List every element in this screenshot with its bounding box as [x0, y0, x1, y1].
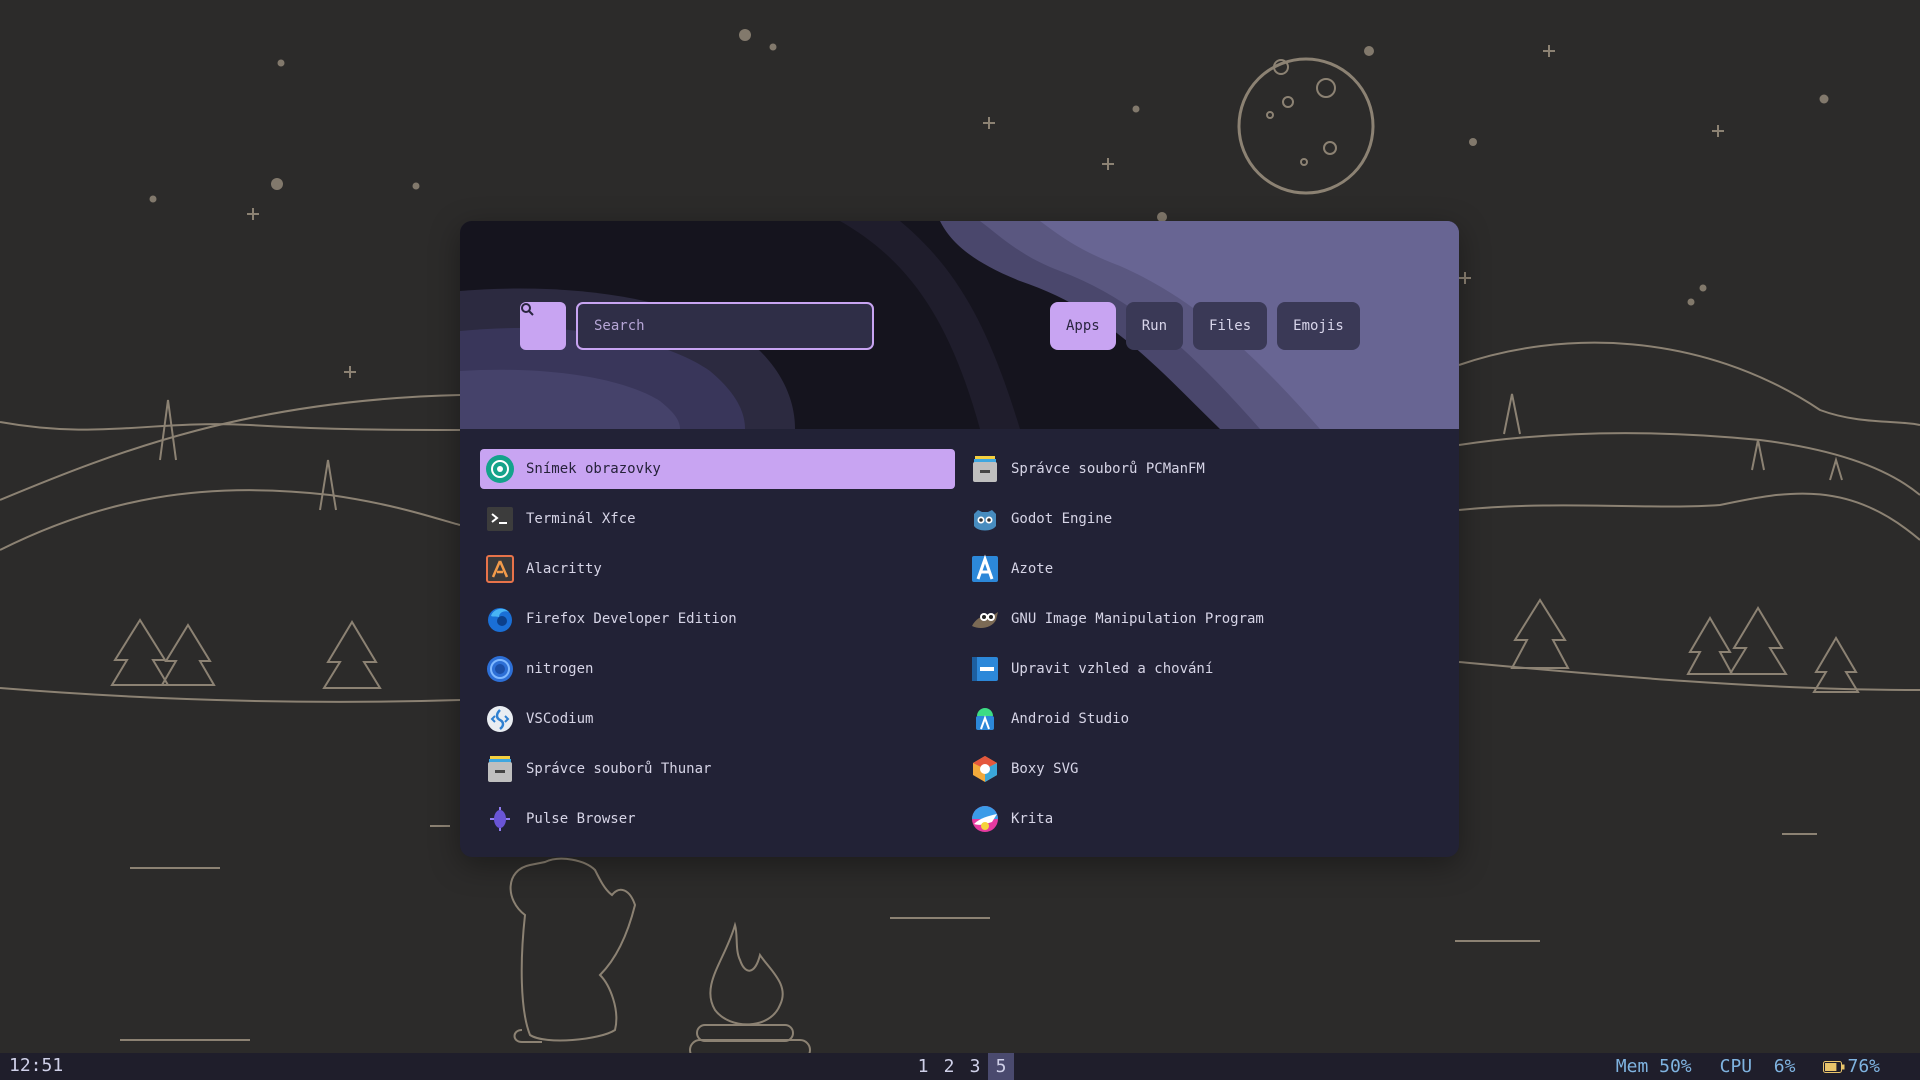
workspace-2[interactable]: 2: [936, 1053, 962, 1080]
screenshot-icon: [485, 454, 515, 484]
workspace-3[interactable]: 3: [962, 1053, 988, 1080]
workspace-5[interactable]: 5: [988, 1053, 1014, 1080]
file-manager-icon: [970, 454, 1000, 484]
app-label: Správce souborů PCManFM: [1011, 461, 1205, 477]
app-label: Krita: [1011, 811, 1054, 827]
app-item-nitrogen[interactable]: nitrogen: [480, 649, 955, 689]
tab-emojis[interactable]: Emojis: [1277, 302, 1360, 350]
app-label: Android Studio: [1011, 711, 1130, 727]
app-item-terminal-xfce[interactable]: Terminál Xfce: [480, 499, 955, 539]
app-label: Boxy SVG: [1011, 761, 1079, 777]
app-item-azote[interactable]: Azote: [965, 549, 1440, 589]
cpu-indicator: CPU 6%: [1719, 1056, 1796, 1077]
app-item-appearance[interactable]: Upravit vzhled a chování: [965, 649, 1440, 689]
app-item-krita[interactable]: Krita: [965, 799, 1440, 839]
app-item-godot[interactable]: Godot Engine: [965, 499, 1440, 539]
azote-icon: [970, 554, 1000, 584]
app-label: Pulse Browser: [526, 811, 636, 827]
tab-run[interactable]: Run: [1125, 302, 1184, 350]
file-manager-icon: [485, 754, 515, 784]
tab-apps[interactable]: Apps: [1050, 302, 1116, 350]
search-button[interactable]: [520, 302, 566, 350]
app-item-vscodium[interactable]: VSCodium: [480, 699, 955, 739]
tab-files[interactable]: Files: [1193, 302, 1268, 350]
app-label: nitrogen: [526, 661, 594, 677]
gimp-icon: [970, 604, 1000, 634]
app-label: Správce souborů Thunar: [526, 761, 712, 777]
search-input[interactable]: [576, 302, 874, 350]
app-label: VSCodium: [526, 711, 594, 727]
krita-icon: [970, 804, 1000, 834]
battery-indicator: 76%: [1823, 1056, 1880, 1077]
vscodium-icon: [485, 704, 515, 734]
app-list: Snímek obrazovky Správce souborů PCManFM…: [480, 449, 1440, 839]
workspace-switcher: 1 2 3 5: [910, 1053, 1014, 1080]
workspace-1[interactable]: 1: [910, 1053, 936, 1080]
app-item-thunar[interactable]: Správce souborů Thunar: [480, 749, 955, 789]
status-bar: 12:51 1 2 3 5 Mem 50% CPU 6% 76%: [0, 1053, 1920, 1080]
app-item-pcmanfm[interactable]: Správce souborů PCManFM: [965, 449, 1440, 489]
godot-icon: [970, 504, 1000, 534]
firefox-icon: [485, 604, 515, 634]
app-label: Upravit vzhled a chování: [1011, 661, 1214, 677]
app-item-firefox-dev[interactable]: Firefox Developer Edition: [480, 599, 955, 639]
memory-indicator: Mem 50%: [1615, 1056, 1692, 1077]
app-label: Firefox Developer Edition: [526, 611, 737, 627]
app-launcher-window: Apps Run Files Emojis Snímek obrazovky S…: [460, 221, 1459, 857]
appearance-icon: [970, 654, 1000, 684]
app-label: Snímek obrazovky: [526, 461, 661, 477]
app-label: Azote: [1011, 561, 1054, 577]
clock: 12:51: [9, 1055, 64, 1076]
app-item-pulse-browser[interactable]: Pulse Browser: [480, 799, 955, 839]
battery-icon: [1823, 1060, 1845, 1073]
search-icon: [521, 303, 534, 316]
terminal-icon: [485, 504, 515, 534]
android-studio-icon: [970, 704, 1000, 734]
nitrogen-icon: [485, 654, 515, 684]
launcher-header-banner: Apps Run Files Emojis: [460, 221, 1459, 429]
app-label: Godot Engine: [1011, 511, 1113, 527]
system-indicators: Mem 50% CPU 6% 76%: [1588, 1053, 1920, 1080]
boxy-svg-icon: [970, 754, 1000, 784]
alacritty-icon: [485, 554, 515, 584]
app-label: Alacritty: [526, 561, 602, 577]
app-label: Terminál Xfce: [526, 511, 636, 527]
app-item-boxy-svg[interactable]: Boxy SVG: [965, 749, 1440, 789]
pulse-icon: [485, 804, 515, 834]
battery-percent: 76%: [1847, 1056, 1880, 1077]
app-item-snimek-obrazovky[interactable]: Snímek obrazovky: [480, 449, 955, 489]
app-item-gimp[interactable]: GNU Image Manipulation Program: [965, 599, 1440, 639]
app-item-android-studio[interactable]: Android Studio: [965, 699, 1440, 739]
mode-tabs: Apps Run Files Emojis: [1050, 302, 1360, 350]
app-label: GNU Image Manipulation Program: [1011, 611, 1264, 627]
app-item-alacritty[interactable]: Alacritty: [480, 549, 955, 589]
